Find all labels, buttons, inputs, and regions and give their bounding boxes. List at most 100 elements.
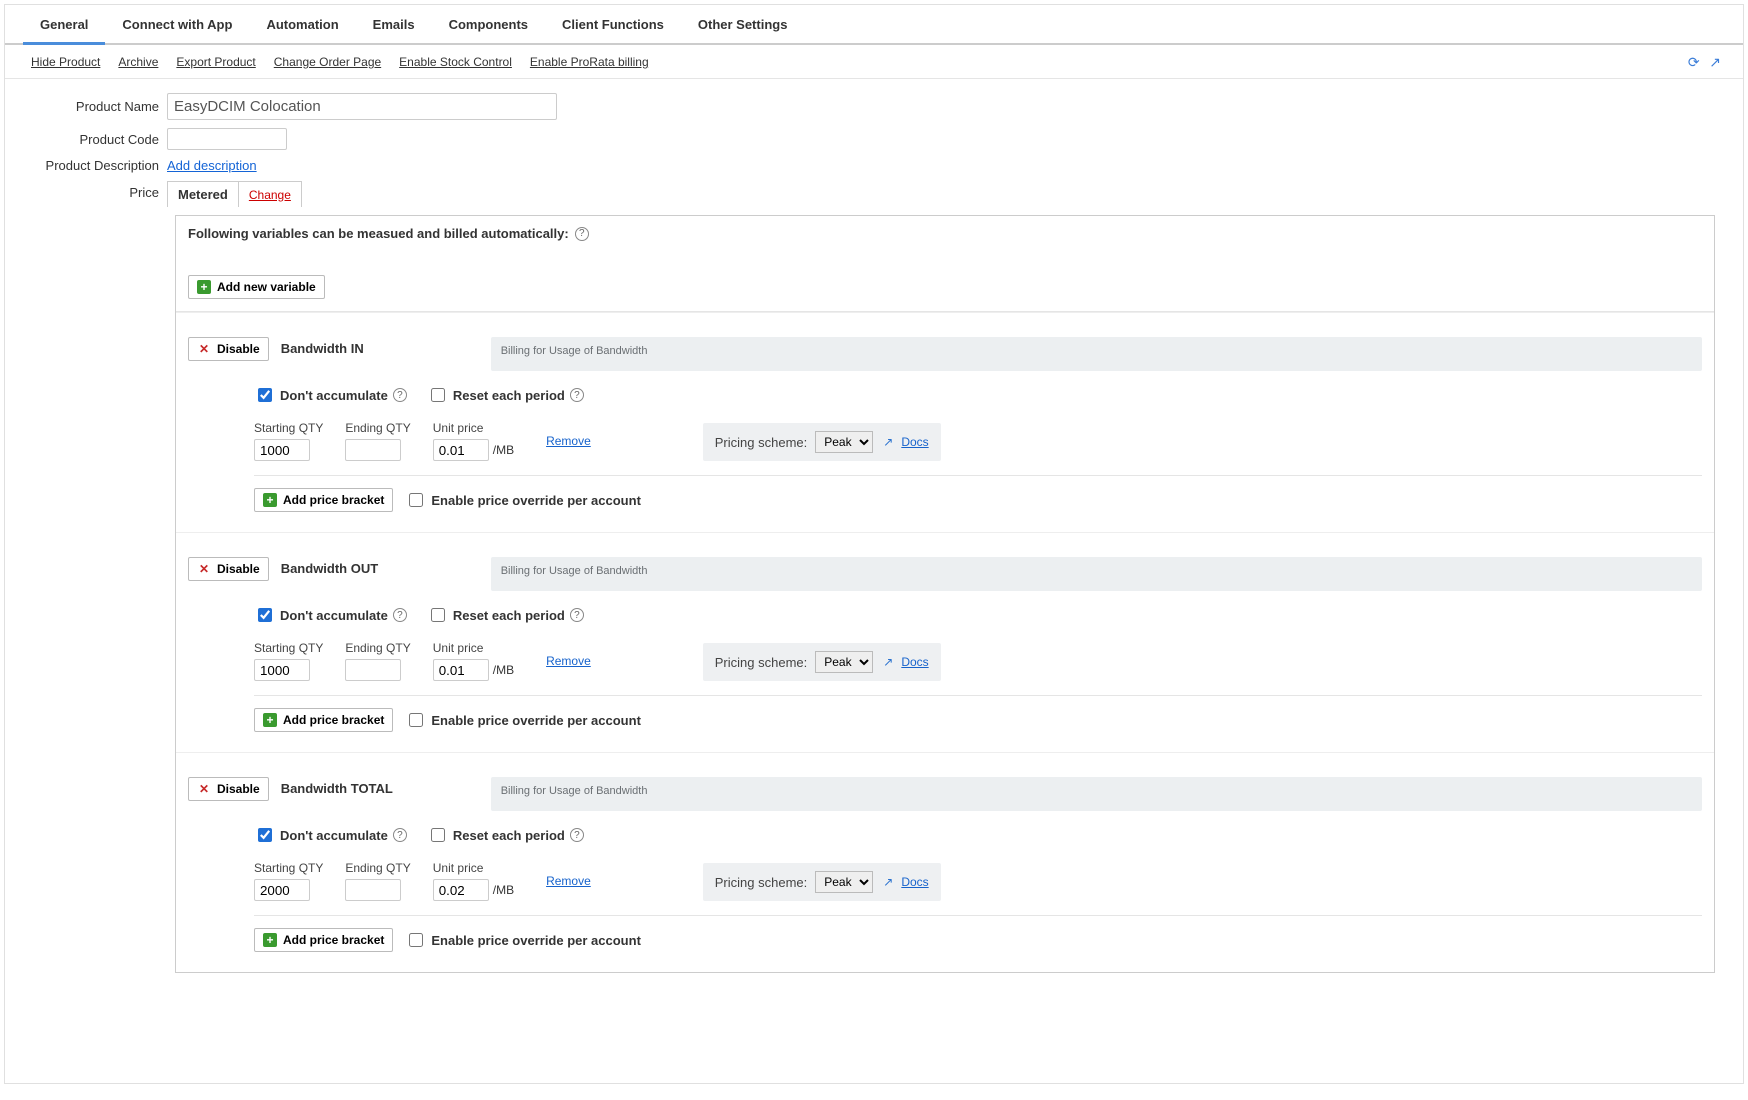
reset-each-checkbox[interactable]	[431, 828, 445, 842]
starting-qty-label: Starting QTY	[254, 421, 323, 435]
dont-accumulate-option[interactable]: Don't accumulate ?	[254, 385, 407, 405]
unit-suffix: /MB	[493, 443, 514, 457]
metered-panel: Following variables can be measued and b…	[175, 215, 1715, 973]
tab-connect-with-app[interactable]: Connect with App	[105, 5, 249, 45]
remove-link[interactable]: Remove	[546, 874, 591, 888]
product-code-input[interactable]	[167, 128, 287, 150]
help-icon[interactable]: ?	[570, 608, 584, 622]
unit-price-input[interactable]	[433, 879, 489, 901]
pricing-scheme-select[interactable]: Peak	[815, 871, 873, 893]
close-icon: ✕	[197, 562, 211, 576]
add-price-bracket-button[interactable]: + Add price bracket	[254, 488, 393, 512]
help-icon[interactable]: ?	[393, 828, 407, 842]
unit-suffix: /MB	[493, 883, 514, 897]
starting-qty-input[interactable]	[254, 659, 310, 681]
docs-link[interactable]: Docs	[901, 875, 928, 889]
close-icon: ✕	[197, 782, 211, 796]
unit-suffix: /MB	[493, 663, 514, 677]
enable-override-checkbox[interactable]	[409, 493, 423, 507]
ending-qty-input[interactable]	[345, 439, 401, 461]
variable-block: ✕ Disable Bandwidth TOTAL Billing for Us…	[176, 752, 1714, 972]
pricing-scheme-box: Pricing scheme: Peak ↗ Docs	[703, 643, 941, 681]
sublink-change-order-page[interactable]: Change Order Page	[274, 55, 381, 69]
product-name-label: Product Name	[27, 99, 167, 114]
tab-components[interactable]: Components	[432, 5, 545, 45]
sublink-export-product[interactable]: Export Product	[176, 55, 255, 69]
variable-desc: Billing for Usage of Bandwidth	[491, 337, 1702, 371]
unit-price-label: Unit price	[433, 861, 514, 875]
tab-client-functions[interactable]: Client Functions	[545, 5, 681, 45]
plus-icon: +	[263, 713, 277, 727]
open-external-icon[interactable]: ↗	[1709, 54, 1721, 70]
dont-accumulate-option[interactable]: Don't accumulate ?	[254, 825, 407, 845]
open-external-icon: ↗	[883, 435, 893, 449]
help-icon[interactable]: ?	[570, 388, 584, 402]
enable-override-option[interactable]: Enable price override per account	[405, 490, 641, 510]
unit-price-input[interactable]	[433, 659, 489, 681]
pricing-scheme-label: Pricing scheme:	[715, 875, 807, 890]
add-price-bracket-button[interactable]: + Add price bracket	[254, 928, 393, 952]
tab-other-settings[interactable]: Other Settings	[681, 5, 805, 45]
disable-button[interactable]: ✕ Disable	[188, 777, 269, 801]
pricing-scheme-box: Pricing scheme: Peak ↗ Docs	[703, 423, 941, 461]
dont-accumulate-checkbox[interactable]	[258, 388, 272, 402]
starting-qty-input[interactable]	[254, 439, 310, 461]
sublink-archive[interactable]: Archive	[118, 55, 158, 69]
sublink-enable-stock-control[interactable]: Enable Stock Control	[399, 55, 512, 69]
help-icon[interactable]: ?	[570, 828, 584, 842]
reset-each-option[interactable]: Reset each period ?	[427, 825, 584, 845]
remove-link[interactable]: Remove	[546, 434, 591, 448]
metered-intro: Following variables can be measued and b…	[188, 226, 589, 241]
docs-link[interactable]: Docs	[901, 435, 928, 449]
dont-accumulate-checkbox[interactable]	[258, 828, 272, 842]
ending-qty-input[interactable]	[345, 879, 401, 901]
refresh-icon[interactable]: ⟳	[1688, 54, 1700, 70]
reset-each-checkbox[interactable]	[431, 608, 445, 622]
pricing-scheme-label: Pricing scheme:	[715, 655, 807, 670]
add-description-link[interactable]: Add description	[167, 158, 257, 173]
price-label: Price	[27, 181, 167, 200]
dont-accumulate-checkbox[interactable]	[258, 608, 272, 622]
variable-desc: Billing for Usage of Bandwidth	[491, 777, 1702, 811]
unit-price-input[interactable]	[433, 439, 489, 461]
tab-emails[interactable]: Emails	[356, 5, 432, 45]
tab-automation[interactable]: Automation	[249, 5, 355, 45]
variable-block: ✕ Disable Bandwidth OUT Billing for Usag…	[176, 532, 1714, 752]
remove-link[interactable]: Remove	[546, 654, 591, 668]
sublink-hide-product[interactable]: Hide Product	[31, 55, 100, 69]
product-name-input[interactable]	[167, 93, 557, 120]
reset-each-option[interactable]: Reset each period ?	[427, 605, 584, 625]
open-external-icon: ↗	[883, 875, 893, 889]
variable-desc: Billing for Usage of Bandwidth	[491, 557, 1702, 591]
enable-override-checkbox[interactable]	[409, 933, 423, 947]
reset-each-checkbox[interactable]	[431, 388, 445, 402]
docs-link[interactable]: Docs	[901, 655, 928, 669]
help-icon[interactable]: ?	[393, 388, 407, 402]
price-mode: Metered	[168, 182, 239, 207]
reset-each-option[interactable]: Reset each period ?	[427, 385, 584, 405]
plus-icon: +	[263, 933, 277, 947]
starting-qty-input[interactable]	[254, 879, 310, 901]
change-price-mode-link[interactable]: Change	[239, 183, 301, 207]
sublink-enable-prorata-billing[interactable]: Enable ProRata billing	[530, 55, 649, 69]
add-variable-button[interactable]: + Add new variable	[188, 275, 325, 299]
unit-price-label: Unit price	[433, 421, 514, 435]
help-icon[interactable]: ?	[575, 227, 589, 241]
enable-override-option[interactable]: Enable price override per account	[405, 930, 641, 950]
main-tabs: GeneralConnect with AppAutomationEmailsC…	[5, 5, 1743, 45]
pricing-scheme-select[interactable]: Peak	[815, 651, 873, 673]
enable-override-option[interactable]: Enable price override per account	[405, 710, 641, 730]
disable-button[interactable]: ✕ Disable	[188, 337, 269, 361]
enable-override-checkbox[interactable]	[409, 713, 423, 727]
dont-accumulate-option[interactable]: Don't accumulate ?	[254, 605, 407, 625]
disable-button[interactable]: ✕ Disable	[188, 557, 269, 581]
add-price-bracket-button[interactable]: + Add price bracket	[254, 708, 393, 732]
ending-qty-label: Ending QTY	[345, 641, 410, 655]
plus-icon: +	[197, 280, 211, 294]
pricing-scheme-select[interactable]: Peak	[815, 431, 873, 453]
help-icon[interactable]: ?	[393, 608, 407, 622]
tab-general[interactable]: General	[23, 5, 105, 45]
product-desc-label: Product Description	[27, 158, 167, 173]
ending-qty-input[interactable]	[345, 659, 401, 681]
pricing-scheme-label: Pricing scheme:	[715, 435, 807, 450]
